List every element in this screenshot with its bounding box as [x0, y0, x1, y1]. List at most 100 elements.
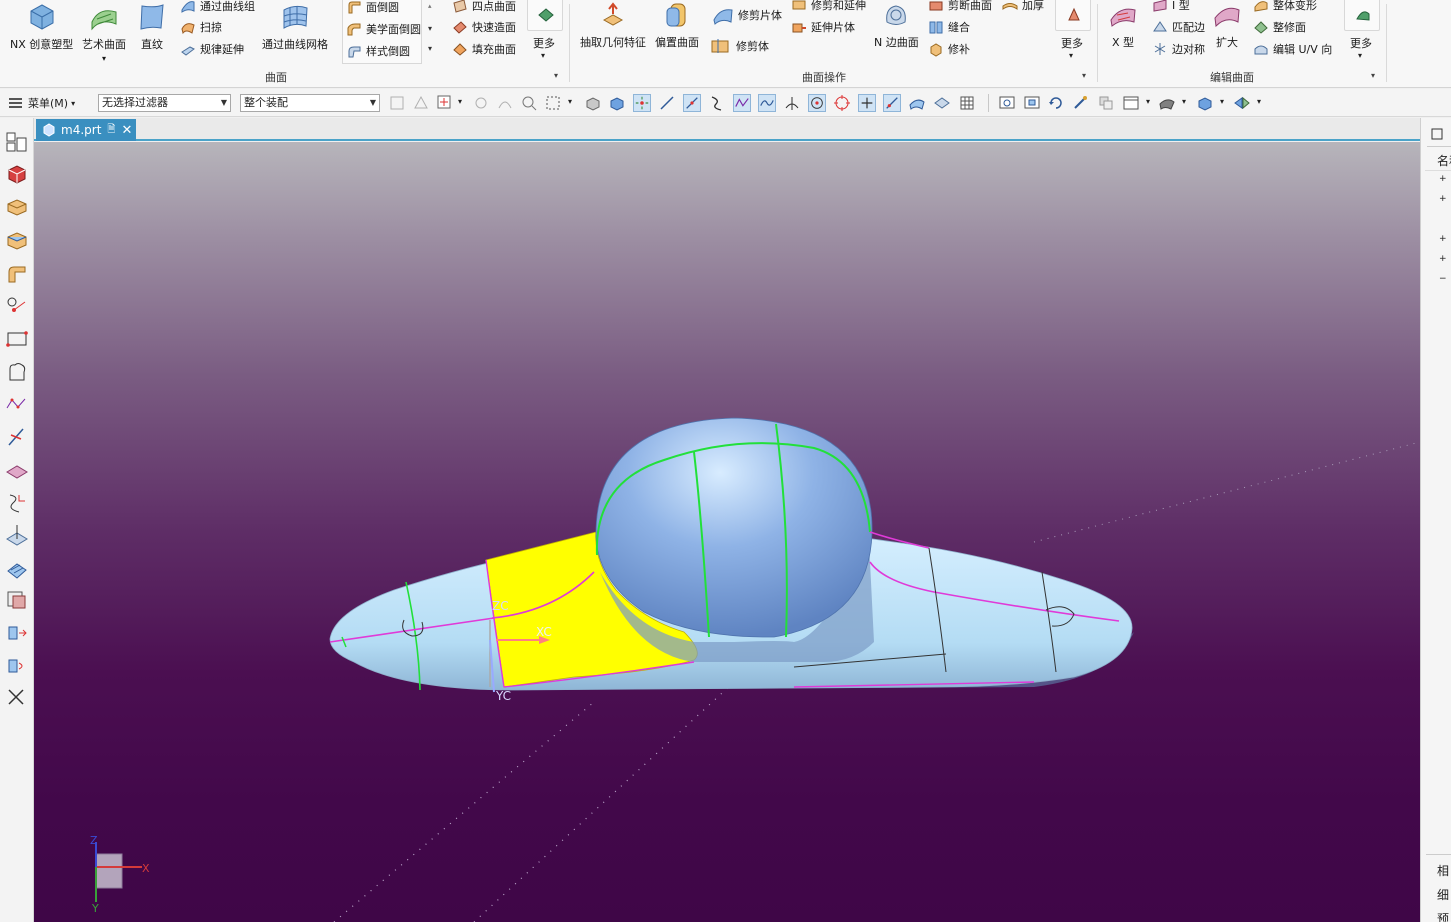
rectangle-select-icon[interactable]	[544, 94, 562, 112]
surface-ops-group-expand-icon[interactable]: ▾	[1082, 71, 1086, 80]
studio-surface-button[interactable]: 艺术曲面 ▾	[82, 2, 126, 63]
law-extension-button[interactable]: 规律延伸	[180, 41, 244, 57]
more-surface-ops-button[interactable]: 更多	[1061, 35, 1083, 51]
constraint-navigator-icon[interactable]	[5, 195, 29, 219]
perspective-view-icon[interactable]	[1097, 94, 1115, 112]
more-edit-surface-button[interactable]: 更多	[1350, 35, 1372, 51]
snap-line-icon[interactable]	[658, 94, 676, 112]
more-surface-icon-box[interactable]	[527, 0, 563, 31]
extend-sheet-button[interactable]: 延伸片体	[791, 19, 855, 35]
studio-spline-icon[interactable]	[5, 393, 29, 417]
extrude-direction-icon[interactable]	[5, 621, 29, 645]
fit-view-icon[interactable]	[998, 94, 1016, 112]
fill-surface-button[interactable]: 填充曲面	[452, 41, 516, 57]
tree-expand-icon[interactable]: +	[1439, 174, 1447, 184]
match-edge-button[interactable]: 匹配边	[1152, 19, 1205, 35]
face-analysis-icon[interactable]	[5, 556, 29, 580]
view-section-icon[interactable]	[1233, 94, 1251, 112]
selection-filter-dropdown[interactable]: 无选择过滤器 ▼	[98, 94, 231, 112]
through-curve-mesh-button[interactable]: 通过曲线网格	[262, 2, 328, 52]
pan-view-icon[interactable]	[1072, 94, 1090, 112]
snap-point-on-curve-icon[interactable]	[883, 94, 901, 112]
more-edit-surface-dropdown-icon[interactable]: ▾	[1358, 51, 1362, 60]
more-edit-surface-icon-box[interactable]	[1344, 0, 1380, 31]
patch-button[interactable]: 修补	[928, 41, 970, 57]
orient-view-dropdown-icon[interactable]: ▾	[1146, 97, 1150, 106]
select-curve-icon[interactable]	[496, 94, 514, 112]
edge-symmetry-button[interactable]: 边对称	[1152, 41, 1205, 57]
enlarge-button[interactable]: 扩大	[1212, 0, 1242, 50]
hd3d-tools-icon[interactable]	[5, 262, 29, 286]
gallery-scroll-up-icon[interactable]: ▴	[428, 2, 432, 10]
delete-tool-icon[interactable]	[5, 686, 29, 710]
rendering-style-dropdown-icon[interactable]: ▾	[1182, 97, 1186, 106]
rapid-surfacing-button[interactable]: 快速造面	[452, 19, 516, 35]
trim-sheet-button[interactable]: 修剪片体	[712, 4, 782, 26]
assembly-scope-dropdown[interactable]: 整个装配 ▼	[240, 94, 380, 112]
gallery-expand-icon[interactable]: ▾	[428, 44, 432, 53]
tree-collapse-icon[interactable]: −	[1439, 274, 1447, 284]
snap-bounded-grid-icon[interactable]	[933, 94, 951, 112]
part-navigator-icon[interactable]	[5, 130, 29, 154]
global-shaping-button[interactable]: 整体变形	[1253, 0, 1317, 13]
select-lasso-icon[interactable]	[520, 94, 538, 112]
snap-grid-icon[interactable]	[958, 94, 976, 112]
snap-curve-icon[interactable]	[708, 94, 726, 112]
zoom-view-icon[interactable]	[1023, 94, 1041, 112]
trim-body-button[interactable]: 修剪体	[710, 38, 769, 54]
four-point-surface-button[interactable]: 四点曲面	[452, 0, 516, 14]
swept-button[interactable]: 扫掠	[180, 19, 222, 35]
preview-section-label[interactable]: 预	[1437, 910, 1449, 922]
view-section-dropdown-icon[interactable]: ▾	[1257, 97, 1261, 106]
snap-spline-icon[interactable]	[758, 94, 776, 112]
select-face-icon[interactable]	[608, 94, 626, 112]
menu-button[interactable]: 菜单(M) ▾	[8, 93, 75, 113]
face-blend-button[interactable]: 面倒圆	[346, 0, 399, 15]
select-feature-icon[interactable]	[472, 94, 490, 112]
gallery-scroll-down-icon[interactable]: ▾	[428, 24, 432, 33]
shaded-view-dropdown-icon[interactable]: ▾	[1220, 97, 1224, 106]
revolve-direction-icon[interactable]	[5, 654, 29, 678]
snap-arc-center-icon[interactable]	[808, 94, 826, 112]
point-tool-icon[interactable]	[5, 294, 29, 318]
snap-quadrant-icon[interactable]	[833, 94, 851, 112]
styled-blend-button[interactable]: 样式倒圆	[346, 43, 410, 59]
n-sided-surface-button[interactable]: N 边曲面	[874, 0, 919, 50]
through-curves-button[interactable]: 通过曲线组	[180, 0, 255, 14]
reuse-library-icon[interactable]	[5, 228, 29, 252]
nx-realize-shape-button[interactable]: NX 创意塑型	[10, 2, 73, 52]
dome-surface[interactable]	[595, 417, 873, 638]
edit-uv-direction-button[interactable]: 编辑 U/V 向	[1253, 41, 1332, 57]
trim-and-extend-button[interactable]: 修剪和延伸	[791, 0, 866, 13]
surface-group-expand-icon[interactable]: ▾	[554, 71, 558, 80]
panel-maximize-icon[interactable]	[1431, 128, 1443, 140]
extract-geometry-button[interactable]: 抽取几何特征	[580, 0, 646, 50]
thicken-button[interactable]: 加厚	[1002, 0, 1044, 13]
dependencies-section-label[interactable]: 相	[1437, 862, 1449, 879]
offset-surface-button[interactable]: 偏置曲面	[655, 0, 699, 50]
studio-surface-dropdown-icon[interactable]: ▾	[102, 54, 106, 63]
rectangle-select-dropdown-icon[interactable]: ▾	[568, 97, 572, 106]
sew-button[interactable]: 缝合	[928, 19, 970, 35]
more-surface-button[interactable]: 更多	[533, 35, 555, 51]
project-curve-icon[interactable]	[5, 458, 29, 482]
snap-intersection-icon[interactable]	[783, 94, 801, 112]
more-surface-dropdown-icon[interactable]: ▾	[541, 51, 545, 60]
snap-point-dropdown-icon[interactable]: ▾	[458, 97, 462, 106]
view-orientation-icon[interactable]	[5, 588, 29, 612]
section-curve-icon[interactable]	[5, 523, 29, 547]
graphics-viewport[interactable]: ZC XC YC X Z Y	[34, 142, 1420, 922]
details-section-label[interactable]: 细	[1437, 886, 1449, 903]
snap-point-icon[interactable]	[436, 94, 454, 112]
rotate-view-icon[interactable]	[1047, 94, 1065, 112]
orient-view-icon[interactable]	[1122, 94, 1140, 112]
offset-curve-icon[interactable]	[5, 425, 29, 449]
refit-face-button[interactable]: 整修面	[1253, 19, 1306, 35]
x-form-button[interactable]: X 型	[1108, 0, 1138, 50]
ruled-button[interactable]: 直纹	[137, 2, 167, 52]
isoparametric-curve-icon[interactable]	[5, 491, 29, 515]
edit-surface-group-expand-icon[interactable]: ▾	[1371, 71, 1375, 80]
snap-existing-point-icon[interactable]	[858, 94, 876, 112]
rectangle-tool-icon[interactable]	[5, 327, 29, 351]
close-tab-icon[interactable]: ✕	[121, 123, 132, 138]
